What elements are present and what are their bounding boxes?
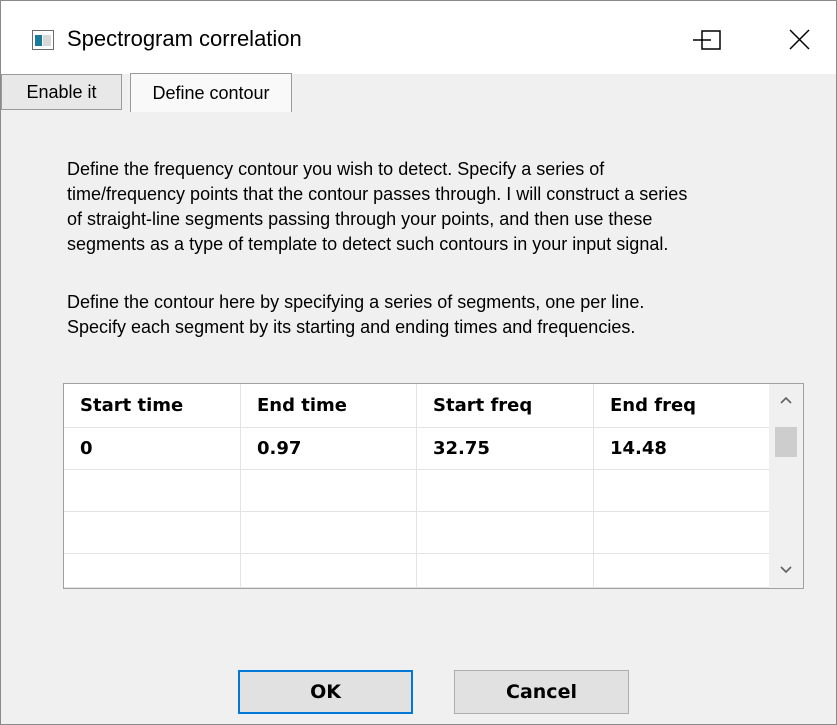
vertical-scrollbar[interactable] bbox=[769, 384, 803, 588]
table-cell[interactable] bbox=[241, 512, 417, 554]
maximize-button[interactable] bbox=[680, 15, 742, 65]
ok-button[interactable]: OK bbox=[238, 670, 413, 714]
table-cell[interactable] bbox=[594, 512, 771, 554]
column-header-end-freq[interactable]: End freq bbox=[594, 384, 771, 428]
segments-help-paragraph: Define the contour here by specifying a … bbox=[67, 290, 827, 340]
title-bar[interactable]: Spectrogram correlation bbox=[1, 1, 836, 74]
table-cell[interactable]: 32.75 bbox=[417, 428, 594, 470]
contour-segments-table[interactable]: Start time End time Start freq End freq … bbox=[63, 383, 804, 589]
cancel-button[interactable]: Cancel bbox=[454, 670, 629, 714]
window-title: Spectrogram correlation bbox=[67, 26, 302, 51]
table-cell[interactable] bbox=[417, 470, 594, 512]
instructions-line: time/frequency points that the contour p… bbox=[67, 184, 688, 204]
table-cell[interactable] bbox=[64, 554, 241, 588]
scroll-up-button[interactable] bbox=[769, 384, 803, 418]
chevron-down-icon bbox=[780, 566, 792, 574]
table-grid: Start time End time Start freq End freq … bbox=[64, 384, 771, 588]
scroll-down-button[interactable] bbox=[769, 554, 803, 588]
table-cell[interactable] bbox=[64, 470, 241, 512]
chevron-up-icon bbox=[780, 396, 792, 404]
table-cell[interactable] bbox=[594, 470, 771, 512]
table-cell[interactable] bbox=[594, 554, 771, 588]
column-header-start-freq[interactable]: Start freq bbox=[417, 384, 594, 428]
table-cell[interactable]: 0 bbox=[64, 428, 241, 470]
close-button[interactable] bbox=[768, 15, 830, 65]
table-cell[interactable] bbox=[241, 554, 417, 588]
tab-define-contour[interactable]: Define contour bbox=[130, 73, 292, 112]
tab-enable-it[interactable]: Enable it bbox=[1, 74, 122, 110]
table-cell[interactable] bbox=[417, 512, 594, 554]
table-cell[interactable] bbox=[241, 470, 417, 512]
table-cell[interactable]: 0.97 bbox=[241, 428, 417, 470]
tab-strip: Enable it Define contour bbox=[1, 73, 836, 114]
instructions-paragraph: Define the frequency contour you wish to… bbox=[67, 157, 827, 257]
table-cell[interactable] bbox=[417, 554, 594, 588]
instructions-line: Define the frequency contour you wish to… bbox=[67, 159, 605, 179]
instructions-line: segments as a type of template to detect… bbox=[67, 234, 669, 254]
segments-help-line: Specify each segment by its starting and… bbox=[67, 317, 636, 337]
column-header-end-time[interactable]: End time bbox=[241, 384, 417, 428]
close-icon bbox=[789, 29, 810, 50]
app-icon bbox=[32, 30, 54, 50]
dialog-window: Spectrogram correlation Enable it Define… bbox=[0, 0, 837, 725]
column-header-start-time[interactable]: Start time bbox=[64, 384, 241, 428]
table-cell[interactable] bbox=[64, 512, 241, 554]
table-cell[interactable]: 14.48 bbox=[594, 428, 771, 470]
instructions-line: of straight-line segments passing throug… bbox=[67, 209, 653, 229]
segments-help-line: Define the contour here by specifying a … bbox=[67, 292, 645, 312]
maximize-icon bbox=[701, 30, 721, 50]
scroll-thumb[interactable] bbox=[775, 427, 797, 457]
